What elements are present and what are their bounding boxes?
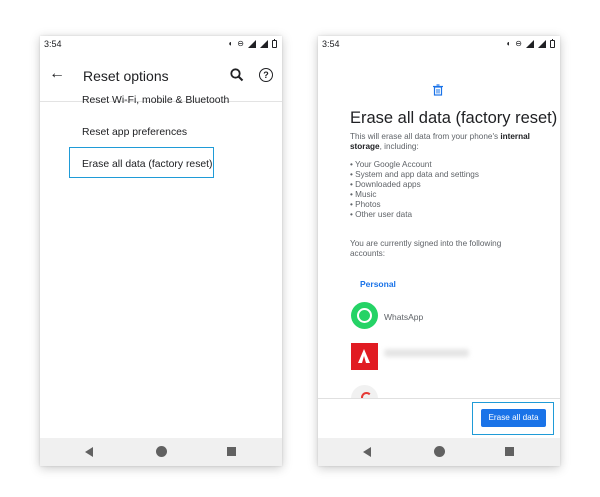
battery-icon	[550, 38, 555, 48]
signed-in-text: You are currently signed into the follow…	[350, 239, 502, 258]
adobe-icon	[351, 343, 378, 370]
do-not-disturb-icon: ⊖	[515, 39, 522, 48]
back-arrow-icon[interactable]: ←	[49, 65, 65, 83]
nav-recents-icon[interactable]	[227, 447, 236, 456]
nav-back-icon[interactable]	[85, 447, 93, 457]
list-item: • Photos	[350, 200, 381, 209]
nav-home-icon[interactable]	[434, 446, 445, 457]
nav-recents-icon[interactable]	[505, 447, 514, 456]
list-item: • Music	[350, 190, 377, 199]
account-name: WhatsApp	[384, 312, 424, 322]
signal-icon	[260, 39, 268, 48]
list-item: • Your Google Account	[350, 160, 432, 169]
reset-wifi-mobile-bluetooth-item[interactable]: Reset Wi-Fi, mobile & Bluetooth	[82, 95, 229, 106]
dialog-description: This will erase all data from your phone…	[350, 132, 546, 152]
list-item: • Other user data	[350, 210, 413, 219]
status-bar: 3:54 ◐ ⊖	[318, 36, 560, 53]
google-account-icon	[351, 385, 378, 399]
vibrate-icon: ◐	[228, 39, 234, 48]
battery-icon	[272, 38, 277, 48]
whatsapp-icon	[351, 302, 378, 329]
nav-home-icon[interactable]	[156, 446, 167, 457]
erase-all-data-item[interactable]: Erase all data (factory reset)	[82, 159, 213, 170]
reset-app-preferences-item[interactable]: Reset app preferences	[82, 127, 187, 138]
blurred-account-email	[384, 349, 469, 357]
do-not-disturb-icon: ⊖	[237, 39, 244, 48]
nav-back-icon[interactable]	[363, 447, 371, 457]
status-time: 3:54	[322, 39, 340, 49]
description-suffix: , including:	[379, 142, 419, 151]
status-bar: 3:54 ◐ ⊖	[40, 36, 282, 53]
wifi-icon	[248, 39, 256, 48]
erase-all-data-button[interactable]: Erase all data	[481, 409, 546, 427]
list-item: • System and app data and settings	[350, 170, 479, 179]
list-item: • Downloaded apps	[350, 180, 421, 189]
help-icon[interactable]: ?	[259, 68, 273, 82]
nav-bar	[40, 438, 282, 466]
action-bar: Erase all data	[318, 398, 560, 439]
search-icon[interactable]	[228, 66, 246, 84]
personal-label: Personal	[360, 279, 396, 289]
nav-bar	[318, 438, 560, 466]
wifi-icon	[526, 39, 534, 48]
erase-list: • Your Google Account • System and app d…	[350, 160, 479, 220]
status-icons: ◐ ⊖	[506, 38, 555, 48]
description-prefix: This will erase all data from your phone…	[350, 132, 501, 141]
erase-all-data-screen: 3:54 ◐ ⊖ Erase all data (factory reset) …	[318, 36, 560, 466]
page-title: Reset options	[83, 68, 169, 84]
status-time: 3:54	[44, 39, 62, 49]
vibrate-icon: ◐	[506, 39, 512, 48]
dialog-title: Erase all data (factory reset)	[350, 109, 558, 127]
trash-icon	[433, 84, 443, 96]
reset-options-screen: 3:54 ◐ ⊖ ← Reset options ? Reset Wi-Fi, …	[40, 36, 282, 466]
signal-icon	[538, 39, 546, 48]
status-icons: ◐ ⊖	[228, 38, 277, 48]
